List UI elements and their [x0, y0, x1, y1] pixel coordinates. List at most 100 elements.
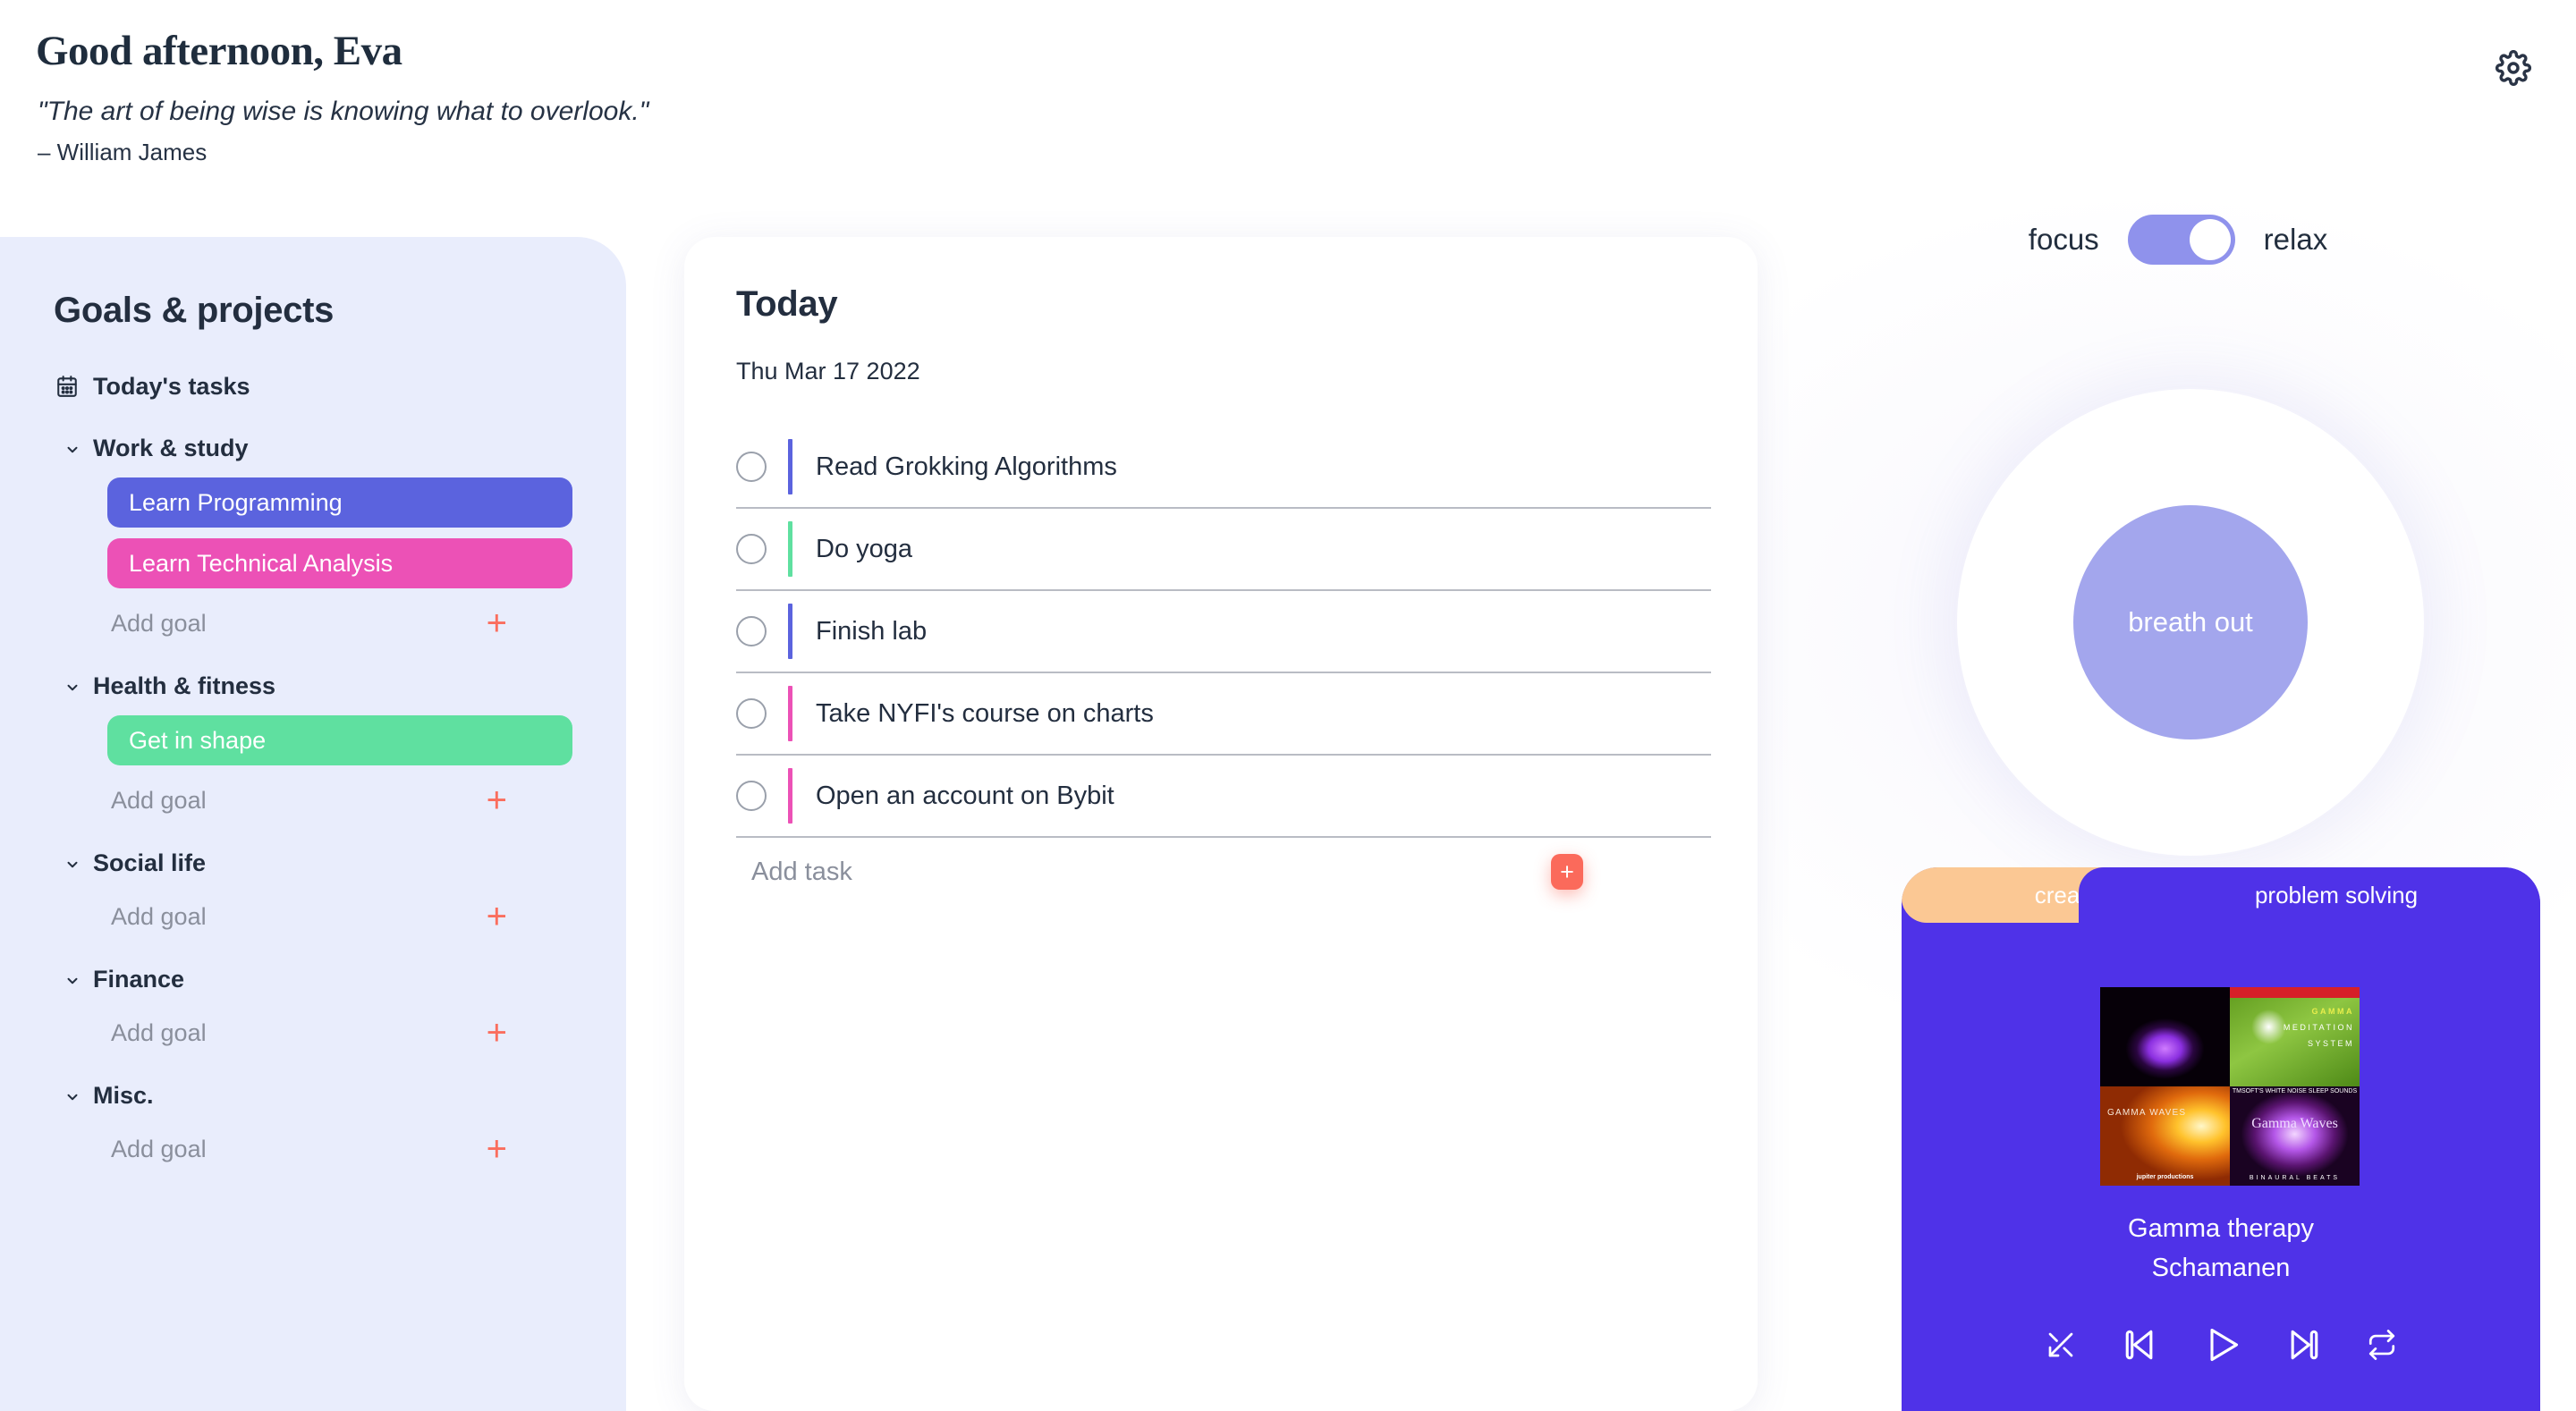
album-art-line1: GAMMA: [2311, 1007, 2354, 1016]
task-label: Take NYFI's course on charts: [816, 698, 1154, 728]
gear-icon: [2496, 50, 2531, 86]
music-player: creativity problem solving GAMMA MEDITAT…: [1902, 867, 2540, 1411]
album-art-topline: TMSOFT'S WHITE NOISE SLEEP SOUNDS: [2232, 1088, 2358, 1094]
chevron-down-icon: [64, 970, 80, 989]
sidebar-group-header-work-study[interactable]: Work & study: [0, 429, 626, 467]
play-button[interactable]: [2202, 1325, 2241, 1365]
play-icon: [2202, 1325, 2241, 1365]
settings-button[interactable]: [2487, 41, 2540, 95]
shuffle-icon: [2045, 1329, 2077, 1361]
add-goal-row[interactable]: Add goal +: [0, 1012, 626, 1053]
app-root: Good afternoon, Eva "The art of being wi…: [0, 0, 2576, 1411]
album-art-line2: MEDITATION: [2283, 1023, 2354, 1032]
task-label: Read Grokking Algorithms: [816, 452, 1117, 481]
task-color-bar: [788, 768, 792, 824]
sidebar-group-header-social-life[interactable]: Social life: [0, 844, 626, 882]
chevron-down-icon: [64, 854, 80, 873]
sidebar-group: Finance Add goal +: [0, 960, 626, 1053]
previous-track-button[interactable]: [2120, 1325, 2159, 1365]
breath-inner-circle: breath out: [2073, 505, 2308, 739]
track-artist: Schamanen: [2151, 1254, 2291, 1282]
album-art-gamma-waves-binaural: TMSOFT'S WHITE NOISE SLEEP SOUNDS Gamma …: [2230, 1086, 2360, 1186]
add-task-label[interactable]: Add task: [751, 858, 852, 887]
table-row[interactable]: Do yoga: [736, 509, 1711, 591]
sidebar-group: Health & fitness Get in shape Add goal +: [0, 667, 626, 821]
mode-label-focus: focus: [2028, 223, 2099, 256]
sidebar-group-header-finance[interactable]: Finance: [0, 960, 626, 998]
chevron-down-icon: [64, 677, 80, 696]
album-art-subcaption: jupiter productions: [2136, 1174, 2194, 1180]
track-title: Gamma therapy: [2128, 1214, 2314, 1243]
next-track-icon: [2284, 1325, 2324, 1365]
table-row[interactable]: Open an account on Bybit: [736, 756, 1711, 838]
task-checkbox[interactable]: [736, 781, 767, 811]
toggle-knob: [2189, 219, 2231, 260]
sidebar-group-label: Finance: [93, 965, 185, 993]
album-art-gamma-meditation-system: GAMMA MEDITATION SYSTEM: [2230, 987, 2360, 1086]
repeat-button[interactable]: [2367, 1330, 2397, 1360]
goal-pill-learn-programming[interactable]: Learn Programming: [107, 477, 572, 528]
sidebar-title: Goals & projects: [54, 291, 335, 330]
add-goal-row[interactable]: Add goal +: [0, 780, 626, 821]
goal-pill-learn-technical-analysis[interactable]: Learn Technical Analysis: [107, 538, 572, 588]
mode-label-relax: relax: [2263, 223, 2328, 256]
sidebar-item-todays-tasks[interactable]: Today's tasks: [0, 367, 626, 406]
sidebar-group-header-misc[interactable]: Misc.: [0, 1077, 626, 1114]
quote-author: – William James: [38, 139, 208, 165]
table-row[interactable]: Take NYFI's course on charts: [736, 673, 1711, 756]
repeat-icon: [2367, 1330, 2397, 1360]
plus-icon[interactable]: +: [487, 1015, 507, 1051]
tab-label: problem solving: [2254, 881, 2419, 908]
add-goal-row[interactable]: Add goal +: [0, 603, 626, 644]
goal-pill-label: Learn Technical Analysis: [129, 549, 394, 577]
plus-icon[interactable]: +: [487, 782, 507, 818]
add-goal-label: Add goal: [111, 786, 207, 814]
task-label: Open an account on Bybit: [816, 781, 1114, 810]
album-art-grid[interactable]: GAMMA MEDITATION SYSTEM GAMMA WAVES jupi…: [2100, 987, 2360, 1186]
album-art-gamma-waves-jupiter: GAMMA WAVES jupiter productions: [2100, 1086, 2230, 1186]
breath-label: breath out: [2128, 606, 2253, 638]
add-goal-label: Add goal: [111, 1135, 207, 1162]
table-row[interactable]: Read Grokking Algorithms: [736, 427, 1711, 509]
plus-icon[interactable]: +: [487, 899, 507, 934]
previous-track-icon: [2120, 1325, 2159, 1365]
sidebar-group-header-health-fitness[interactable]: Health & fitness: [0, 667, 626, 705]
plus-icon[interactable]: +: [487, 605, 507, 641]
calendar-icon: [55, 375, 79, 398]
add-task-button[interactable]: +: [1551, 854, 1583, 890]
add-task-row: Add task +: [736, 838, 1711, 906]
quote-text: "The art of being wise is knowing what t…: [38, 97, 649, 126]
table-row[interactable]: Finish lab: [736, 591, 1711, 673]
album-art-band: [2230, 987, 2360, 998]
add-goal-row[interactable]: Add goal +: [0, 1128, 626, 1170]
goals-sidebar: Goals & projects Today's tasks Work & st…: [0, 237, 626, 1411]
add-goal-label: Add goal: [111, 609, 207, 637]
page-header: Good afternoon, Eva "The art of being wi…: [0, 0, 2576, 237]
add-goal-row[interactable]: Add goal +: [0, 896, 626, 937]
task-checkbox[interactable]: [736, 534, 767, 564]
plus-icon[interactable]: +: [487, 1131, 507, 1167]
today-date: Thu Mar 17 2022: [736, 358, 920, 384]
next-track-button[interactable]: [2284, 1325, 2324, 1365]
sidebar-item-label: Today's tasks: [93, 372, 250, 400]
tab-problem-solving[interactable]: problem solving: [2079, 867, 2540, 923]
task-label: Do yoga: [816, 534, 913, 563]
task-label: Finish lab: [816, 616, 928, 646]
goal-pill-get-in-shape[interactable]: Get in shape: [107, 715, 572, 765]
album-art-caption: Gamma Waves: [2251, 1116, 2338, 1132]
sidebar-group-label: Misc.: [93, 1081, 154, 1109]
shuffle-button[interactable]: [2045, 1329, 2077, 1361]
sidebar-group: Social life Add goal +: [0, 844, 626, 937]
greeting-title: Good afternoon, Eva: [36, 28, 402, 74]
task-color-bar: [788, 686, 792, 741]
task-color-bar: [788, 604, 792, 659]
focus-relax-toggle[interactable]: [2127, 215, 2235, 265]
task-checkbox[interactable]: [736, 616, 767, 646]
task-checkbox[interactable]: [736, 698, 767, 729]
task-list: Read Grokking Algorithms Do yoga Finish …: [736, 427, 1711, 838]
task-checkbox[interactable]: [736, 452, 767, 482]
breath-circle[interactable]: breath out: [1957, 389, 2424, 856]
chevron-down-icon: [64, 439, 80, 458]
chevron-down-icon: [64, 1086, 80, 1105]
sidebar-group-label: Work & study: [93, 434, 249, 461]
